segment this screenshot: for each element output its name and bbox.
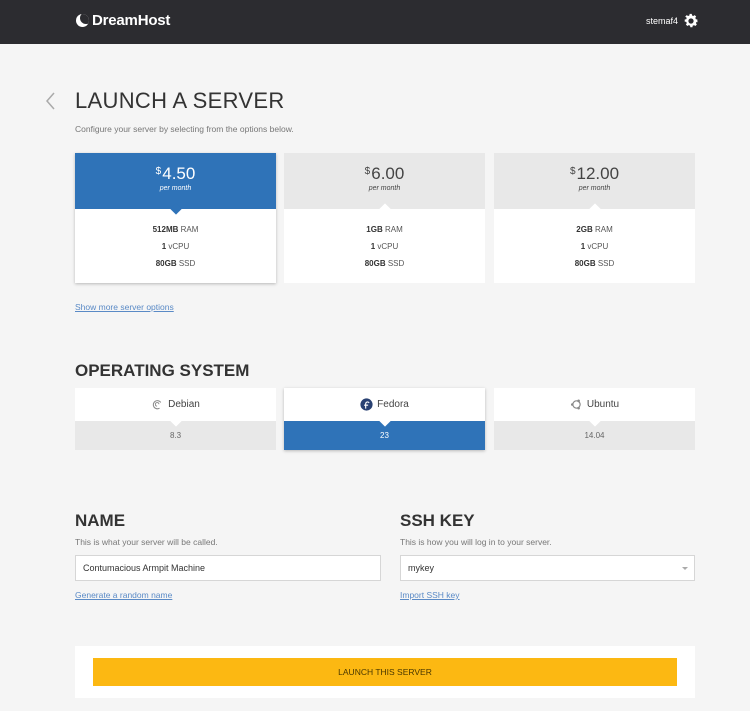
plan-card-1[interactable]: $4.50 per month 512MB RAM 1 vCPU 80GB SS… xyxy=(75,153,276,283)
plan-header: $12.00 per month xyxy=(494,153,695,215)
chevron-down-icon xyxy=(682,567,688,570)
ubuntu-icon xyxy=(570,399,581,410)
os-name: Ubuntu xyxy=(586,399,620,410)
os-version: 8.3 xyxy=(75,415,276,450)
os-name: Debian xyxy=(168,399,200,410)
brand-name: DreamHost xyxy=(92,12,171,29)
os-name: Fedora xyxy=(377,399,409,410)
server-name-input[interactable] xyxy=(75,555,381,581)
plan-price: $4.50 xyxy=(155,164,196,183)
page-subtitle: Configure your server by selecting from … xyxy=(75,124,294,134)
moon-logo-icon xyxy=(76,14,89,27)
top-bar: DreamHost stemaf4 xyxy=(0,0,750,44)
gear-icon[interactable] xyxy=(682,12,700,30)
os-option-ubuntu[interactable]: Ubuntu 14.04 xyxy=(494,388,695,450)
plan-specs: 1GB RAM 1 vCPU 80GB SSD xyxy=(364,225,405,268)
show-more-options-link[interactable]: Show more server options xyxy=(75,302,174,312)
os-option-fedora[interactable]: Fedora 23 xyxy=(284,388,485,450)
plan-header: $6.00 per month xyxy=(284,153,485,215)
fedora-icon xyxy=(360,398,373,411)
name-help-text: This is what your server will be called. xyxy=(75,537,218,547)
plan-specs: 512MB RAM 1 vCPU 80GB SSD xyxy=(152,225,199,268)
ssh-section-title: SSH KEY xyxy=(400,511,475,530)
plan-card-2[interactable]: $6.00 per month 1GB RAM 1 vCPU 80GB SSD xyxy=(284,153,485,283)
plan-header: $4.50 per month xyxy=(75,153,276,215)
os-version: 14.04 xyxy=(494,415,695,450)
page-title: LAUNCH A SERVER xyxy=(75,88,285,113)
ssh-key-select[interactable]: mykey xyxy=(400,555,695,581)
debian-icon xyxy=(152,400,162,410)
username[interactable]: stemaf4 xyxy=(646,16,678,26)
name-section-title: NAME xyxy=(75,511,126,530)
plan-price: $12.00 xyxy=(569,164,620,183)
import-ssh-key-link[interactable]: Import SSH key xyxy=(400,590,460,600)
plan-specs: 2GB RAM 1 vCPU 80GB SSD xyxy=(574,225,615,268)
ssh-help-text: This is how you will log in to your serv… xyxy=(400,537,552,547)
plan-card-3[interactable]: $12.00 per month 2GB RAM 1 vCPU 80GB SSD xyxy=(494,153,695,283)
generate-random-name-link[interactable]: Generate a random name xyxy=(75,590,172,600)
plan-price: $6.00 xyxy=(364,164,405,183)
ssh-key-value: mykey xyxy=(408,563,435,573)
plan-period: per month xyxy=(368,185,401,192)
os-option-debian[interactable]: Debian 8.3 xyxy=(75,388,276,450)
plan-period: per month xyxy=(578,185,611,192)
os-version: 23 xyxy=(284,415,485,450)
back-chevron-icon[interactable] xyxy=(44,92,58,110)
launch-panel: LAUNCH THIS SERVER xyxy=(75,646,695,698)
plan-period: per month xyxy=(159,185,192,192)
launch-server-button[interactable]: LAUNCH THIS SERVER xyxy=(93,658,677,686)
dreamhost-logo[interactable]: DreamHost xyxy=(76,12,170,29)
os-section-title: OPERATING SYSTEM xyxy=(75,361,250,380)
